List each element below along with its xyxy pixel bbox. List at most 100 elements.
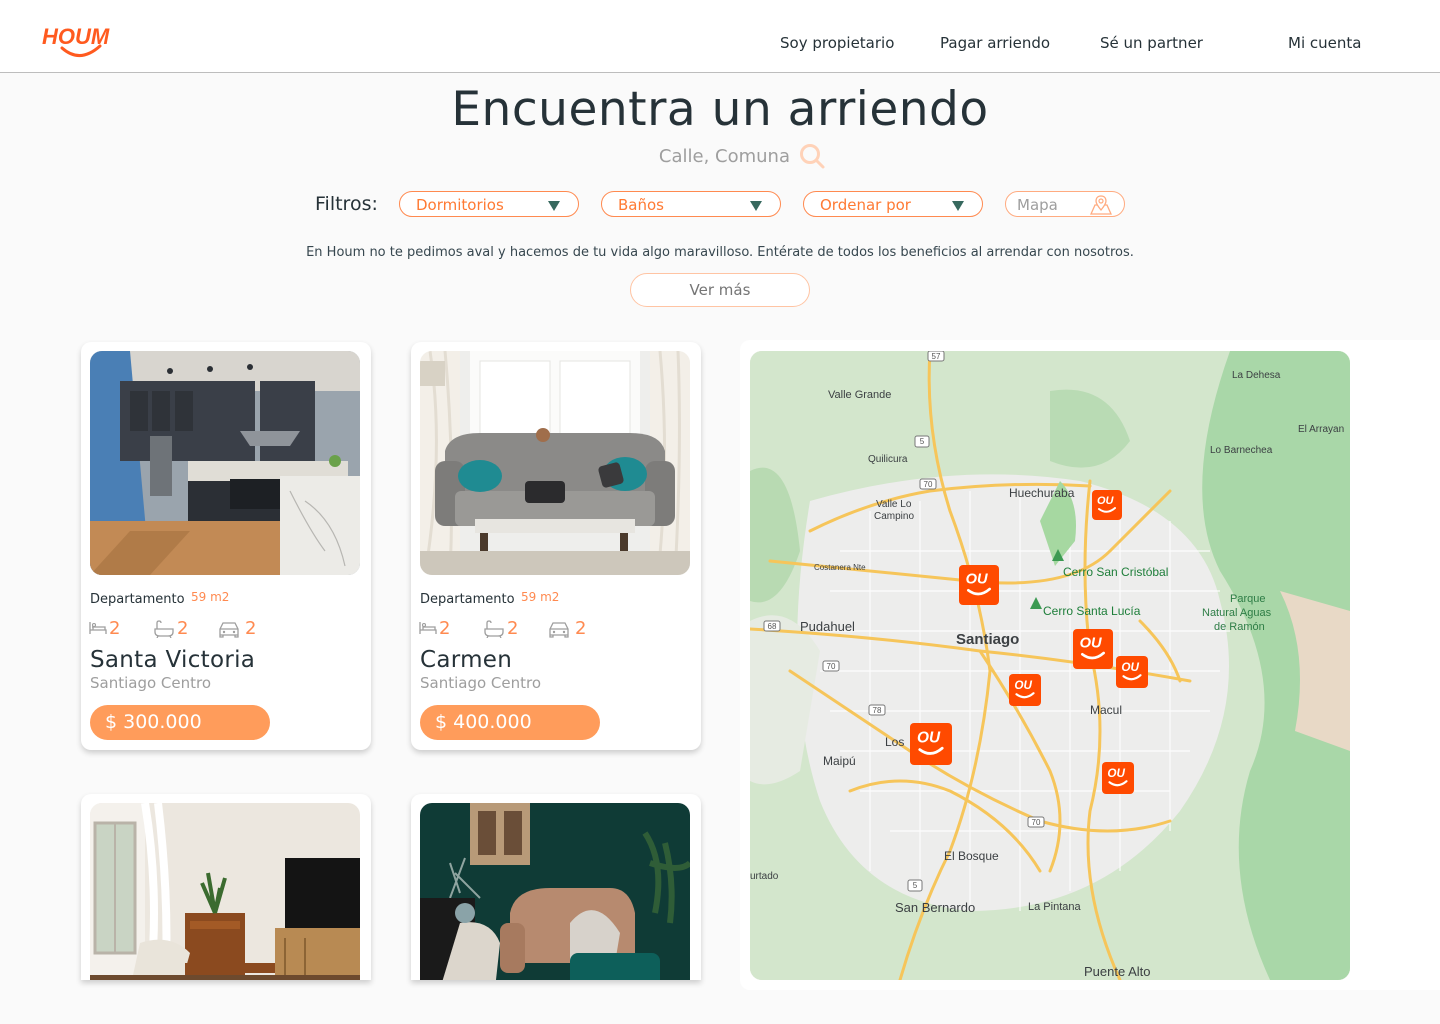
houm-logo-mark: HOUM [42, 24, 110, 57]
search-bar [600, 140, 840, 174]
map-label-costanera-norte: Costanera Nte [814, 563, 866, 572]
bathtub-icon [154, 620, 174, 638]
map-label-parque: Parque [1230, 593, 1266, 605]
svg-text:OU: OU [1014, 679, 1032, 692]
filter-banos-label: Baños [618, 196, 664, 214]
filter-dormitorios-label: Dormitorios [416, 196, 504, 214]
houm-map-pin[interactable]: OU [1102, 762, 1134, 794]
listing-card[interactable]: Departamento 59 m2 2 2 2 Carmen Santiago… [411, 342, 701, 750]
houm-map-pin[interactable]: OU [1073, 629, 1113, 669]
houm-pin-icon: OU [1097, 495, 1116, 513]
map-label-hurtado: urtado [750, 871, 779, 882]
nav-mi-cuenta[interactable]: Mi cuenta [1288, 34, 1361, 52]
map-label-huechuraba: Huechuraba [1009, 486, 1075, 500]
map-label-cerro-san-cristobal: Cerro San Cristóbal [1063, 565, 1169, 579]
nav-pagar-arriendo[interactable]: Pagar arriendo [940, 34, 1050, 52]
map-label-valle-grande: Valle Grande [828, 389, 892, 401]
map-toggle-label: Mapa [1017, 196, 1058, 214]
search-icon[interactable] [798, 142, 826, 170]
svg-text:OU: OU [1097, 495, 1115, 507]
map-label-quilicura: Quilicura [868, 454, 908, 465]
houm-pin-icon: OU [1080, 636, 1105, 660]
map-label-puente-alto: Puente Alto [1084, 964, 1151, 979]
map-panel: 57 5 70 68 70 78 70 5 Valle Grande La De… [740, 340, 1440, 990]
houm-map-pin[interactable]: OU [1009, 674, 1041, 706]
route-shield: 70 [924, 480, 933, 489]
price-badge: $ 400.000 [420, 705, 600, 740]
bed-icon [419, 622, 437, 634]
houm-map-pin[interactable]: OU [910, 723, 952, 765]
route-shield: 57 [932, 352, 941, 361]
houm-map-pin[interactable]: OU [1116, 656, 1148, 688]
ver-mas-button[interactable]: Ver más [630, 273, 810, 307]
svg-text:OU: OU [1121, 661, 1139, 674]
filter-ordenar-por[interactable]: Ordenar por [803, 191, 983, 217]
filter-banos[interactable]: Baños [601, 191, 781, 217]
nav-partner[interactable]: Sé un partner [1100, 34, 1203, 52]
map-label-pudahuel: Pudahuel [800, 619, 855, 634]
houm-map-pin[interactable]: OU [1092, 490, 1122, 520]
map-label-el-arrayan: El Arrayan [1298, 424, 1345, 435]
listing-location: Santiago Centro [420, 674, 542, 692]
listing-photo-kitchen [90, 351, 360, 575]
car-icon [219, 622, 239, 638]
houm-pin-icon: OU [1121, 661, 1142, 681]
map-label-lo-barnechea: Lo Barnechea [1210, 445, 1273, 456]
map-label-natural-aguas: Natural Aguas [1202, 607, 1272, 619]
top-navbar: HOUM Soy propietario Pagar arriendo Sé u… [0, 0, 1440, 73]
page-title: Encuentra un arriendo [451, 82, 989, 137]
filter-ordenar-label: Ordenar por [820, 196, 911, 214]
filter-dormitorios[interactable]: Dormitorios [399, 191, 579, 217]
listing-area: 59 m2 [521, 590, 560, 604]
listing-price: $ 300.000 [105, 711, 202, 733]
houm-map-pin[interactable]: OU [959, 565, 999, 605]
route-shield: 70 [827, 662, 836, 671]
listing-photo-green-wall [420, 803, 690, 980]
map-label-la-pintana: La Pintana [1028, 901, 1081, 913]
benefits-text: En Houm no te pedimos aval y hacemos de … [306, 245, 1134, 260]
svg-text:OU: OU [1107, 767, 1125, 780]
car-icon [549, 622, 569, 638]
route-shield: 5 [913, 881, 918, 890]
listing-photo-tv-room [90, 803, 360, 980]
bed-icon [89, 622, 107, 634]
map-label-valle-lo: Valle Lo [876, 499, 912, 510]
listings-map[interactable]: 57 5 70 68 70 78 70 5 Valle Grande La De… [750, 351, 1350, 980]
houm-logo[interactable]: HOUM [40, 20, 130, 62]
filters-label: Filtros: [315, 193, 378, 215]
search-input[interactable] [600, 140, 790, 172]
map-toggle[interactable]: Mapa [1005, 191, 1125, 217]
listing-card[interactable] [81, 794, 371, 980]
listing-photo-sofa [420, 351, 690, 575]
houm-pin-icon: OU [917, 730, 944, 755]
houm-pin-icon: OU [1107, 767, 1128, 787]
chevron-down-icon [548, 201, 560, 211]
map-label-macul: Macul [1090, 703, 1123, 717]
map-label-la-dehesa: La Dehesa [1232, 370, 1281, 381]
svg-text:OU: OU [917, 730, 941, 747]
listing-name: Carmen [420, 647, 513, 673]
map-pin-icon [1089, 195, 1113, 215]
bathrooms-value: 2 [177, 618, 189, 639]
route-shield: 68 [768, 622, 777, 631]
svg-text:OU: OU [966, 572, 988, 588]
map-label-maipu: Maipú [823, 754, 856, 768]
map-label-de-ramon: de Ramón [1214, 621, 1265, 633]
map-label-santiago: Santiago [956, 631, 1020, 648]
listing-card[interactable]: Departamento 59 m2 2 2 2 Santa Victoria … [81, 342, 371, 750]
route-shield: 70 [1032, 818, 1041, 827]
listing-location: Santiago Centro [90, 674, 212, 692]
bathtub-icon [484, 620, 504, 638]
map-label-cerro-santa-lucia: Cerro Santa Lucía [1043, 604, 1141, 618]
parking-value: 2 [575, 618, 587, 639]
parking-value: 2 [245, 618, 257, 639]
bedrooms-value: 2 [439, 618, 451, 639]
map-label-los-cerrillos: Los [885, 735, 905, 749]
route-shield: 5 [920, 437, 925, 446]
listing-card[interactable] [411, 794, 701, 980]
map-label-el-bosque: El Bosque [944, 849, 999, 863]
houm-pin-icon: OU [966, 572, 991, 596]
svg-text:OU: OU [1080, 636, 1102, 652]
nav-soy-propietario[interactable]: Soy propietario [780, 34, 894, 52]
listing-type: Departamento [90, 592, 185, 607]
